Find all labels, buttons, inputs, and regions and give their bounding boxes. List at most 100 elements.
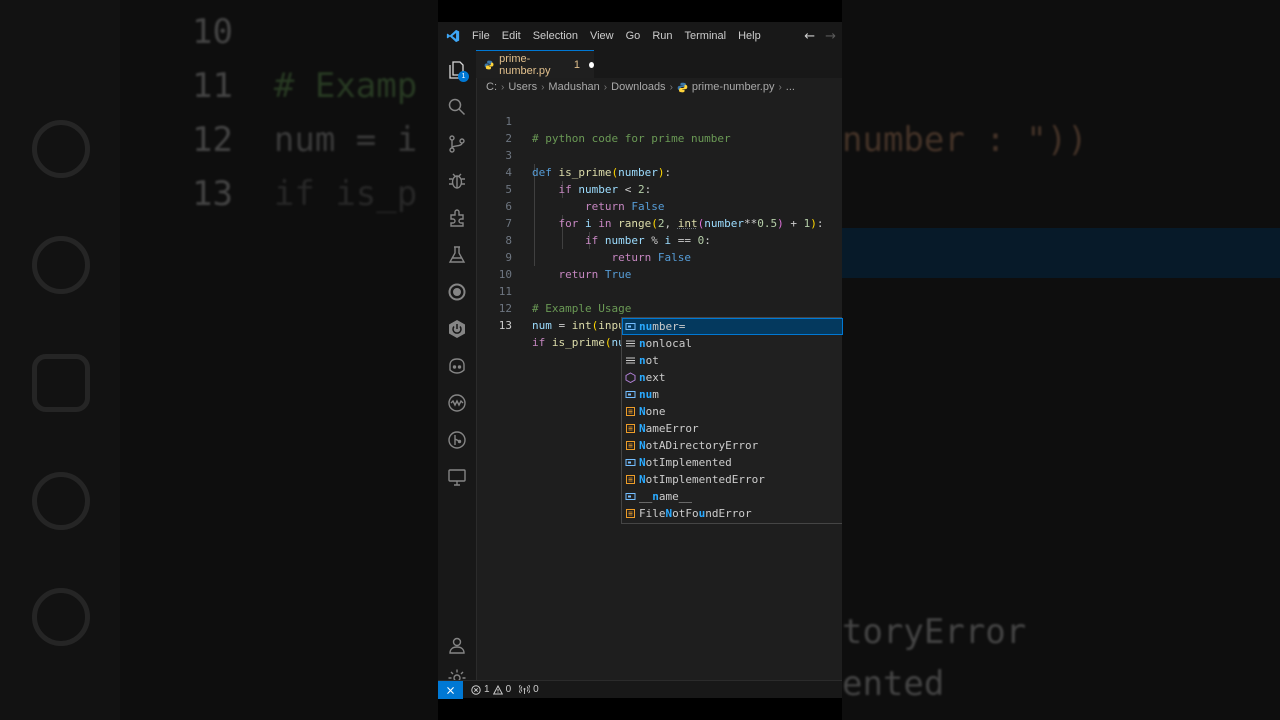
power-icon[interactable] bbox=[438, 311, 476, 347]
suggestion-item[interactable]: NameError bbox=[622, 420, 843, 437]
breadcrumb-file[interactable]: prime-number.py bbox=[692, 81, 775, 93]
suggestion-label: number= bbox=[639, 320, 686, 333]
keyword-icon bbox=[622, 352, 639, 369]
python-file-icon bbox=[677, 82, 688, 92]
code-line: 9 return True bbox=[505, 251, 632, 281]
title-bar: File Edit Selection View Go Run Terminal… bbox=[438, 22, 842, 50]
background-right: number : ")) toryError ented bbox=[842, 0, 1280, 720]
menu-selection[interactable]: Selection bbox=[527, 30, 584, 42]
navigation-arrows: ← → bbox=[804, 22, 836, 50]
activity-bar: 1 bbox=[438, 50, 477, 687]
unsaved-dot-icon[interactable] bbox=[588, 61, 594, 68]
testing-icon[interactable] bbox=[438, 237, 476, 273]
tab-problem-count: 1 bbox=[573, 58, 580, 71]
method-icon bbox=[622, 369, 639, 386]
class-icon bbox=[622, 471, 639, 488]
suggestion-label: NotImplemented bbox=[639, 456, 732, 469]
error-icon bbox=[471, 684, 481, 695]
suggestion-item[interactable]: None bbox=[622, 403, 843, 420]
variable-icon bbox=[622, 488, 639, 505]
timeline-wave-icon[interactable] bbox=[438, 385, 476, 421]
menu-bar: File Edit Selection View Go Run Terminal… bbox=[466, 30, 767, 42]
breadcrumb-user[interactable]: Madushan bbox=[548, 81, 599, 93]
menu-run[interactable]: Run bbox=[646, 30, 678, 42]
code-line: 5 return False bbox=[505, 183, 665, 213]
suggestion-item[interactable]: __name__ bbox=[622, 488, 843, 505]
explorer-icon[interactable]: 1 bbox=[438, 52, 476, 88]
suggestion-label: not bbox=[639, 354, 659, 367]
code-line: 1 # python code for prime number bbox=[505, 115, 731, 145]
breadcrumb-downloads[interactable]: Downloads bbox=[611, 81, 665, 93]
code-line: 8 return False bbox=[505, 234, 691, 264]
suggestion-label: next bbox=[639, 371, 666, 384]
python-file-icon bbox=[484, 60, 494, 69]
git-graph-icon[interactable] bbox=[438, 422, 476, 458]
code-line: 12 num = int(input("Enter a number : ")) bbox=[498, 302, 777, 332]
class-icon bbox=[622, 403, 639, 420]
menu-edit[interactable]: Edit bbox=[496, 30, 527, 42]
code-line: 11 # Example Usage bbox=[498, 285, 632, 315]
suggestion-item[interactable]: not bbox=[622, 352, 843, 369]
ports-count: 0 bbox=[533, 684, 539, 695]
suggestion-item[interactable]: NotImplementedError bbox=[622, 471, 843, 488]
problems-indicator[interactable]: 1 0 bbox=[471, 684, 511, 695]
variable-icon bbox=[622, 454, 639, 471]
breadcrumb: C: › Users › Madushan › Downloads › prim… bbox=[486, 78, 795, 96]
account-icon[interactable] bbox=[438, 627, 476, 663]
suggestion-item[interactable]: FileNotFoundError bbox=[622, 505, 843, 522]
menu-help[interactable]: Help bbox=[732, 30, 767, 42]
back-arrow-icon[interactable]: ← bbox=[804, 29, 815, 44]
class-icon bbox=[622, 505, 639, 522]
warning-icon bbox=[492, 684, 503, 694]
menu-file[interactable]: File bbox=[466, 30, 496, 42]
warning-count: 0 bbox=[505, 684, 512, 695]
suggestion-item[interactable]: num bbox=[622, 386, 843, 403]
copilot-icon[interactable] bbox=[438, 348, 476, 384]
remote-screen-icon[interactable] bbox=[438, 459, 476, 495]
code-line: 2 bbox=[505, 132, 512, 145]
menu-go[interactable]: Go bbox=[620, 30, 647, 42]
code-line: 3 def is_prime(number): bbox=[505, 149, 672, 179]
suggestion-label: num bbox=[639, 388, 659, 401]
suggestion-item[interactable]: NotImplemented bbox=[622, 454, 843, 471]
autocomplete-suggestions: number= nonlocal not next num None NameError No… bbox=[621, 317, 843, 524]
suggestion-label: __name__ bbox=[639, 490, 692, 503]
suggestion-item[interactable]: next bbox=[622, 369, 843, 386]
variable-icon bbox=[622, 386, 639, 403]
explorer-badge: 1 bbox=[458, 71, 469, 82]
code-line: 10 bbox=[498, 268, 512, 281]
tab-prime-number[interactable]: prime-number.py 1 bbox=[476, 50, 594, 78]
suggestion-label: NameError bbox=[639, 422, 699, 435]
chevron-right-icon: › bbox=[669, 81, 673, 93]
suggestion-item[interactable]: number= bbox=[622, 318, 843, 335]
code-line: 13 if is_prime(nu) bbox=[476, 300, 842, 350]
ports-indicator[interactable]: 0 bbox=[519, 684, 539, 695]
editor-tabs: prime-number.py 1 bbox=[476, 50, 842, 78]
background-left: 10 11 # Examp 12 num = i 13 if is_p bbox=[0, 0, 438, 720]
suggestion-label: None bbox=[639, 405, 666, 418]
code-line: 6 for i in range(2, int(number**0.5) + 1… bbox=[505, 200, 824, 230]
keyword-icon bbox=[622, 335, 639, 352]
source-control-icon[interactable] bbox=[438, 126, 476, 162]
menu-view[interactable]: View bbox=[584, 30, 620, 42]
class-icon bbox=[622, 437, 639, 454]
forward-arrow-icon[interactable]: → bbox=[825, 29, 836, 44]
chevron-right-icon: › bbox=[541, 81, 545, 93]
suggestion-item[interactable]: NotADirectoryError bbox=[622, 437, 843, 454]
code-line: 4 if number < 2: bbox=[505, 166, 652, 196]
remote-indicator-icon[interactable]: ⨯ bbox=[438, 680, 463, 699]
breadcrumb-users[interactable]: Users bbox=[508, 81, 537, 93]
breadcrumb-symbol[interactable]: ... bbox=[786, 81, 795, 93]
error-count: 1 bbox=[484, 684, 490, 695]
menu-terminal[interactable]: Terminal bbox=[679, 30, 733, 42]
suggestion-label: NotADirectoryError bbox=[639, 439, 759, 452]
status-bar: ⨯ 1 0 0 bbox=[438, 680, 842, 699]
chevron-right-icon: › bbox=[501, 81, 505, 93]
breadcrumb-drive[interactable]: C: bbox=[486, 81, 497, 93]
extensions-icon[interactable] bbox=[438, 200, 476, 236]
run-debug-icon[interactable] bbox=[438, 163, 476, 199]
suggestion-label: nonlocal bbox=[639, 337, 692, 350]
remote-explorer-icon[interactable] bbox=[438, 274, 476, 310]
search-icon[interactable] bbox=[438, 89, 476, 125]
suggestion-item[interactable]: nonlocal bbox=[622, 335, 843, 352]
